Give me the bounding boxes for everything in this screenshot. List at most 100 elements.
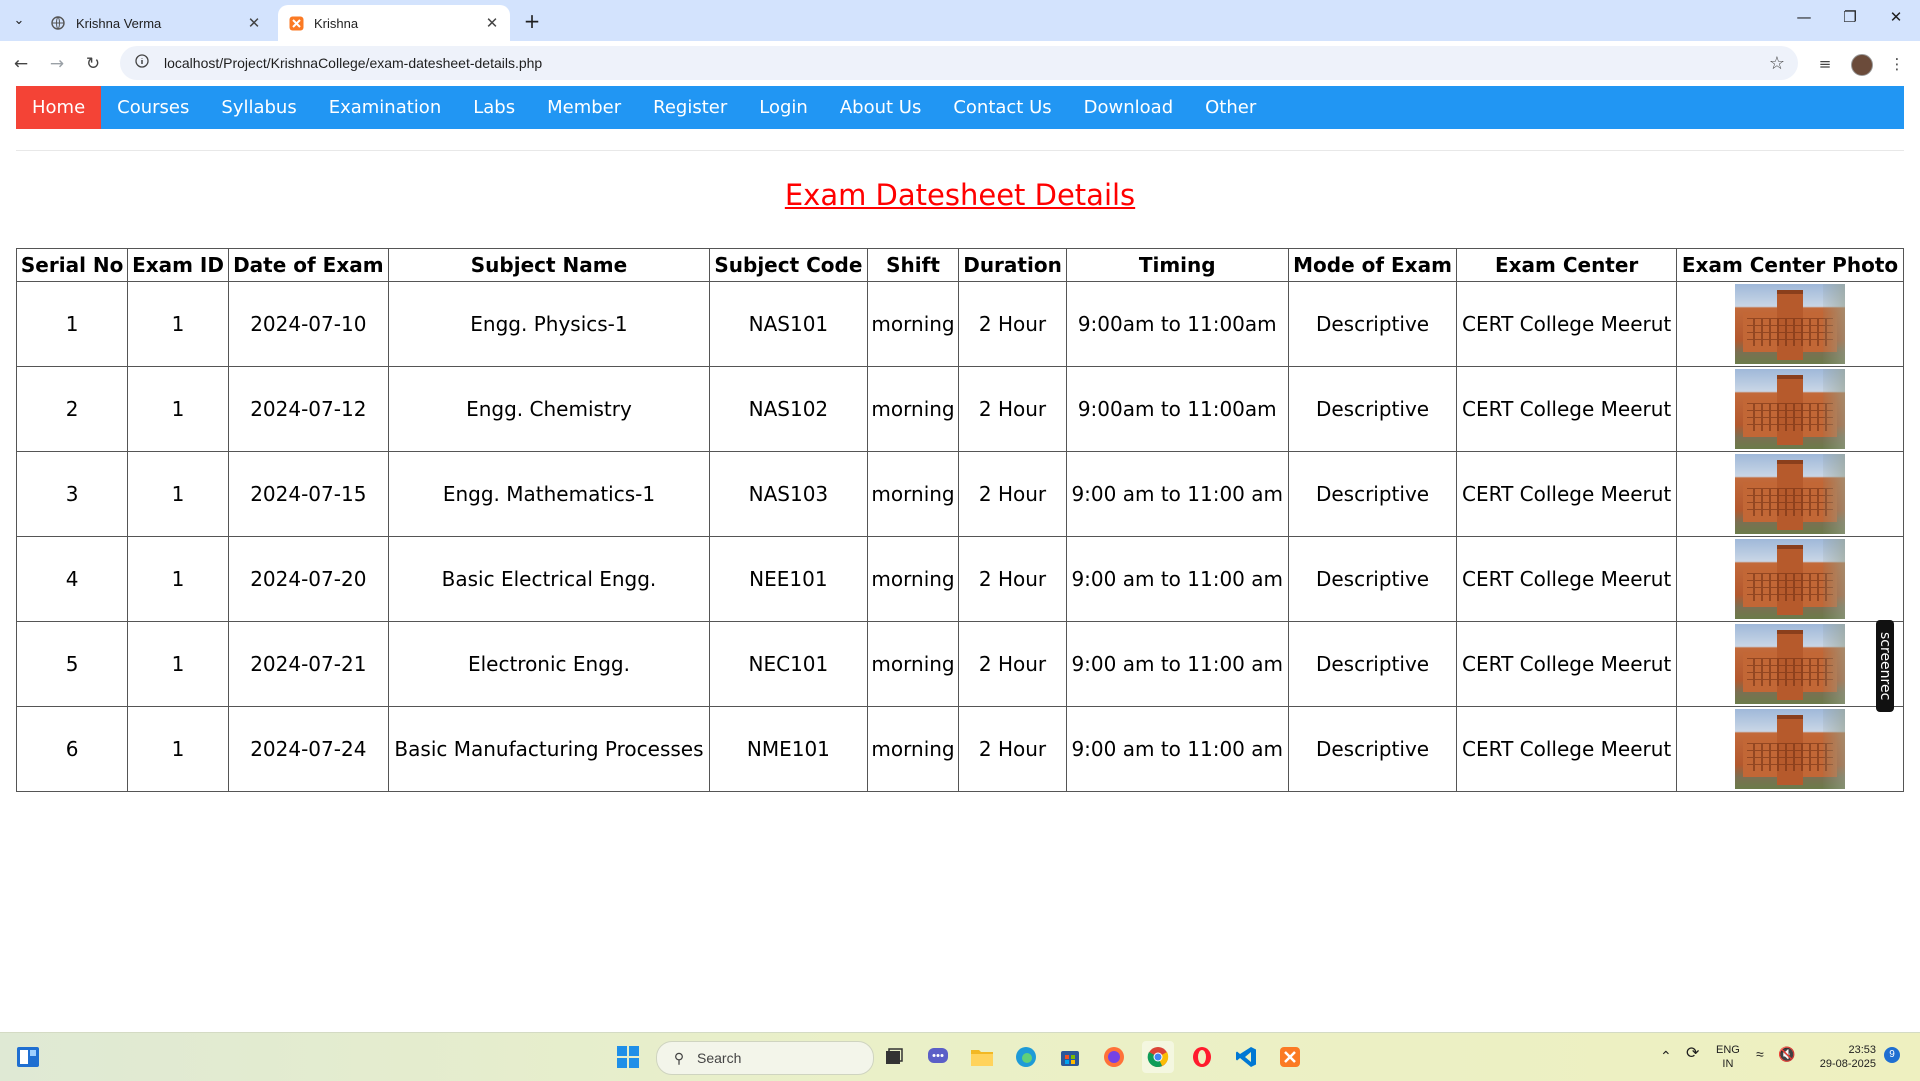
nav-item-courses[interactable]: Courses — [101, 86, 205, 129]
notification-badge[interactable]: 9 — [1884, 1047, 1900, 1063]
nav-item-login[interactable]: Login — [743, 86, 824, 129]
cell-exam-center-photo — [1676, 706, 1904, 792]
start-windows-icon[interactable] — [612, 1041, 644, 1073]
cell-subject-code: NAS101 — [709, 281, 868, 367]
clock[interactable]: 23:53 29-08-2025 — [1812, 1043, 1876, 1071]
browser-tab-krishna-verma[interactable]: Krishna Verma ✕ — [40, 5, 272, 41]
cell-shift: morning — [866, 621, 960, 707]
cell-date-of-exam: 2024-07-10 — [227, 281, 389, 367]
header-exam-id: Exam ID — [127, 248, 229, 282]
new-tab-plus-icon[interactable]: + — [520, 9, 544, 33]
tab-search-chevron-icon[interactable]: ⌄ — [6, 8, 32, 32]
exam-center-photo[interactable] — [1735, 709, 1845, 789]
nav-item-other[interactable]: Other — [1189, 86, 1272, 129]
task-view-icon[interactable] — [878, 1041, 910, 1073]
exam-center-photo[interactable] — [1735, 454, 1845, 534]
windows-taskbar: ⚲ Search ⌃ ⟳ ENG IN ≈ 🔇 23:53 29-08-2025… — [0, 1032, 1920, 1081]
nav-item-contact-us[interactable]: Contact Us — [937, 86, 1067, 129]
cell-mode-of-exam: Descriptive — [1287, 706, 1458, 792]
cell-duration: 2 Hour — [958, 621, 1067, 707]
minimize-icon[interactable]: — — [1784, 8, 1824, 26]
clock-time: 23:53 — [1848, 1044, 1876, 1056]
cell-exam-center: CERT College Meerut — [1456, 451, 1678, 537]
exam-center-photo[interactable] — [1735, 284, 1845, 364]
firefox-icon[interactable] — [1098, 1041, 1130, 1073]
back-arrow-icon[interactable]: ← — [8, 51, 34, 77]
wifi-icon[interactable]: ≈ — [1756, 1047, 1764, 1061]
exam-center-photo[interactable] — [1735, 539, 1845, 619]
cell-exam-id: 1 — [127, 366, 229, 452]
header-shift: Shift — [866, 248, 960, 282]
restore-icon[interactable]: ❐ — [1830, 8, 1870, 26]
cell-subject-code: NAS102 — [709, 366, 868, 452]
edge-browser-icon[interactable] — [1010, 1041, 1042, 1073]
cell-duration: 2 Hour — [958, 281, 1067, 367]
language-indicator[interactable]: ENG IN — [1716, 1043, 1740, 1071]
taskbar-search-box[interactable]: ⚲ Search — [656, 1041, 874, 1075]
screenrec-widget[interactable]: screenrec — [1876, 620, 1894, 712]
page-content: Home Courses Syllabus Examination Labs M… — [0, 86, 1920, 1032]
cell-exam-center: CERT College Meerut — [1456, 536, 1678, 622]
cell-date-of-exam: 2024-07-15 — [227, 451, 389, 537]
widgets-icon[interactable] — [12, 1041, 44, 1073]
kebab-menu-icon[interactable]: ⋮ — [1884, 51, 1910, 77]
cell-shift: morning — [866, 366, 960, 452]
nav-item-syllabus[interactable]: Syllabus — [205, 86, 312, 129]
cell-duration: 2 Hour — [958, 366, 1067, 452]
table-row: 3 1 2024-07-15 Engg. Mathematics-1 NAS103 mor… — [15, 451, 1904, 537]
nav-item-about-us[interactable]: About Us — [824, 86, 938, 129]
xampp-taskbar-icon[interactable] — [1274, 1041, 1306, 1073]
header-subject-name: Subject Name — [387, 248, 711, 282]
nav-item-examination[interactable]: Examination — [313, 86, 458, 129]
header-mode-of-exam: Mode of Exam — [1287, 248, 1458, 282]
cell-subject-name: Engg. Physics-1 — [387, 281, 711, 367]
forward-arrow-icon[interactable]: → — [44, 51, 70, 77]
show-hidden-icons-chevron-icon[interactable]: ⌃ — [1660, 1049, 1672, 1063]
speaker-muted-icon[interactable]: 🔇 — [1778, 1047, 1795, 1061]
cell-date-of-exam: 2024-07-12 — [227, 366, 389, 452]
chrome-icon[interactable] — [1142, 1041, 1174, 1073]
site-info-icon[interactable] — [132, 54, 152, 72]
cell-mode-of-exam: Descriptive — [1287, 281, 1458, 367]
nav-item-download[interactable]: Download — [1068, 86, 1189, 129]
globe-icon — [50, 15, 66, 31]
nav-item-register[interactable]: Register — [637, 86, 743, 129]
browser-toolbar: ← → ↻ localhost/Project/KrishnaCollege/e… — [0, 41, 1920, 86]
reload-icon[interactable]: ↻ — [80, 51, 106, 77]
page-title: Exam Datesheet Details — [784, 178, 1136, 212]
file-explorer-icon[interactable] — [966, 1041, 998, 1073]
header-exam-center: Exam Center — [1456, 248, 1678, 282]
chat-icon[interactable] — [922, 1041, 954, 1073]
cell-exam-center-photo — [1676, 366, 1904, 452]
close-window-icon[interactable]: ✕ — [1876, 8, 1916, 26]
table-row: 2 1 2024-07-12 Engg. Chemistry NAS102 morning… — [15, 366, 1904, 452]
cell-mode-of-exam: Descriptive — [1287, 536, 1458, 622]
url-text[interactable]: localhost/Project/KrishnaCollege/exam-da… — [164, 55, 1762, 71]
cell-subject-name: Basic Electrical Engg. — [387, 536, 711, 622]
profile-avatar[interactable] — [1851, 54, 1873, 76]
nav-item-member[interactable]: Member — [531, 86, 637, 129]
header-date-of-exam: Date of Exam — [227, 248, 389, 282]
exam-datesheet-table: Serial No Exam ID Date of Exam Subject N… — [15, 248, 1904, 792]
sync-icon[interactable]: ⟳ — [1686, 1046, 1699, 1062]
cell-serial-no: 5 — [15, 621, 129, 707]
exam-center-photo[interactable] — [1735, 624, 1845, 704]
exam-center-photo[interactable] — [1735, 369, 1845, 449]
tab-close-icon[interactable]: ✕ — [244, 14, 264, 32]
address-bar[interactable]: localhost/Project/KrishnaCollege/exam-da… — [120, 46, 1798, 80]
cell-timing: 9:00 am to 11:00 am — [1065, 706, 1289, 792]
cell-serial-no: 3 — [15, 451, 129, 537]
cell-exam-id: 1 — [127, 536, 229, 622]
store-icon[interactable] — [1054, 1041, 1086, 1073]
reading-list-icon[interactable]: ≡ — [1812, 51, 1838, 77]
cell-timing: 9:00 am to 11:00 am — [1065, 451, 1289, 537]
cell-shift: morning — [866, 451, 960, 537]
vscode-icon[interactable] — [1230, 1041, 1262, 1073]
nav-item-labs[interactable]: Labs — [457, 86, 531, 129]
browser-tab-krishna[interactable]: Krishna ✕ — [278, 5, 510, 41]
tab-close-icon[interactable]: ✕ — [482, 14, 502, 32]
cell-exam-id: 1 — [127, 621, 229, 707]
opera-icon[interactable] — [1186, 1041, 1218, 1073]
bookmark-star-icon[interactable]: ☆ — [1762, 53, 1792, 74]
nav-item-home[interactable]: Home — [16, 86, 102, 129]
